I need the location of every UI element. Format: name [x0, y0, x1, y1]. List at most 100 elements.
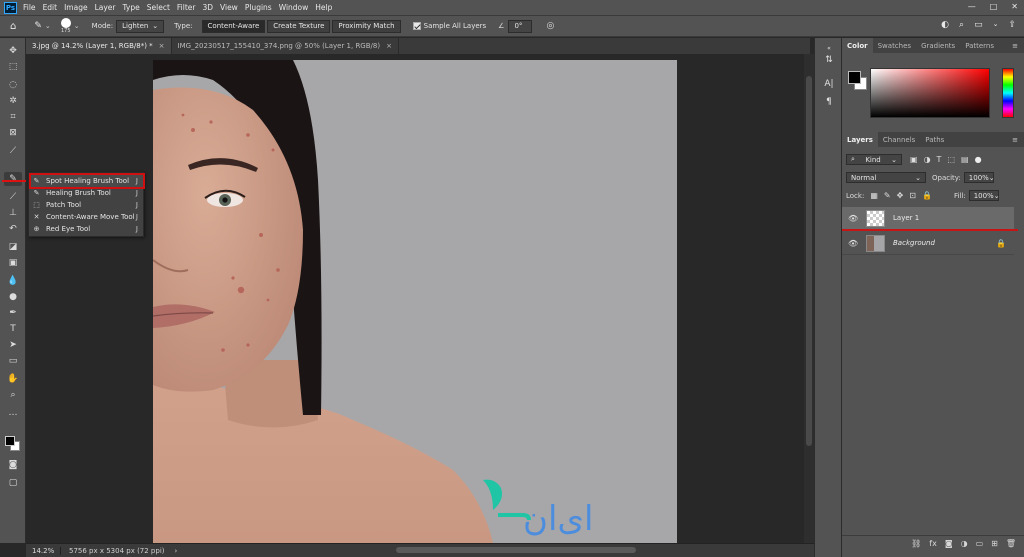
tab-gradients[interactable]: Gradients [916, 38, 960, 53]
menu-help[interactable]: Help [315, 3, 332, 12]
marquee-tool-icon[interactable]: ⬚ [4, 60, 22, 74]
dodge-tool-icon[interactable]: ● [4, 290, 22, 304]
filter-toggle-icon[interactable]: ● [975, 155, 982, 164]
content-aware-move-tool-item[interactable]: ✕ Content-Aware Move Tool J [31, 211, 143, 223]
layer-row-background[interactable]: 👁 Background 🔒 [842, 232, 1014, 255]
gradient-tool-icon[interactable]: ▣ [4, 256, 22, 270]
menu-select[interactable]: Select [147, 3, 170, 12]
menu-filter[interactable]: Filter [177, 3, 196, 12]
adjustment-layer-icon[interactable]: ◑ [961, 539, 968, 548]
menu-edit[interactable]: Edit [43, 3, 58, 12]
collapse-panels-icon[interactable]: « [823, 42, 835, 54]
filter-smart-object-icon[interactable]: ▤ [961, 155, 969, 164]
layer-name[interactable]: Layer 1 [893, 214, 919, 222]
chevron-down-icon[interactable]: ⌄ [45, 22, 51, 30]
kind-filter-select[interactable]: ⌕ Kind ⌄ [846, 154, 902, 165]
learn-icon[interactable]: ◐ [941, 20, 949, 30]
menu-3d[interactable]: 3D [202, 3, 213, 12]
status-menu-arrow[interactable]: › [175, 547, 178, 555]
menu-window[interactable]: Window [279, 3, 309, 12]
brush-tool-icon[interactable]: ⟋ [4, 190, 22, 204]
type-content-aware-button[interactable]: Content-Aware [201, 19, 266, 33]
delete-layer-icon[interactable]: 🗑 [1006, 539, 1016, 548]
spot-healing-brush-tool-item[interactable]: ✎ Spot Healing Brush Tool J [29, 173, 145, 189]
angle-input[interactable]: 0° [508, 19, 533, 33]
foreground-color-swatch[interactable] [5, 436, 15, 446]
fill-input[interactable]: 100% ⌄ [968, 190, 1000, 201]
scrollbar-thumb[interactable] [806, 76, 812, 446]
menu-view[interactable]: View [220, 3, 238, 12]
type-tool-icon[interactable]: T [4, 322, 22, 336]
healing-brush-tool-item[interactable]: ✎ Healing Brush Tool J [31, 187, 143, 199]
more-tools-icon[interactable]: … [4, 406, 22, 420]
frame-tool-icon[interactable]: ⊠ [4, 126, 22, 140]
workspace-icon[interactable]: ▭ [974, 20, 983, 30]
zoom-tool-icon[interactable]: ⌕ [4, 388, 22, 402]
clone-stamp-tool-icon[interactable]: ⊥ [4, 206, 22, 220]
screen-mode-icon[interactable]: ▢ [4, 476, 22, 490]
layer-name[interactable]: Background [893, 239, 935, 247]
history-icon[interactable]: ⇅ [823, 54, 835, 66]
home-icon[interactable]: ⌂ [10, 21, 16, 32]
scrollbar-thumb[interactable] [396, 547, 636, 553]
magic-wand-tool-icon[interactable]: ✲ [4, 94, 22, 108]
hue-slider[interactable] [1002, 68, 1014, 118]
layer-row-layer-1[interactable]: 👁 Layer 1 [842, 207, 1014, 230]
zoom-level[interactable]: 14.2% [26, 546, 61, 555]
sample-all-layers-checkbox[interactable] [412, 22, 421, 30]
rectangle-tool-icon[interactable]: ▭ [4, 354, 22, 368]
lock-position-icon[interactable]: ✥ [897, 191, 904, 200]
horizontal-scrollbar[interactable] [366, 547, 806, 554]
menu-file[interactable]: File [23, 3, 36, 12]
visibility-eye-icon[interactable]: 👁 [848, 214, 862, 223]
filter-pixel-icon[interactable]: ▣ [910, 155, 918, 164]
visibility-eye-icon[interactable]: 👁 [848, 239, 862, 248]
quick-mask-icon[interactable]: ◙ [4, 458, 22, 472]
panel-menu-icon[interactable]: ≡ [1012, 42, 1018, 50]
spot-healing-tool-preset-icon[interactable]: ✎ [34, 21, 42, 31]
panel-menu-icon[interactable]: ≡ [1012, 136, 1018, 144]
maximize-icon[interactable]: □ [990, 2, 998, 11]
pen-tool-icon[interactable]: ✒ [4, 306, 22, 320]
eraser-tool-icon[interactable]: ◪ [4, 240, 22, 254]
lock-pixels-icon[interactable]: ✎ [884, 191, 891, 200]
chevron-down-icon[interactable]: ⌄ [74, 22, 80, 30]
chevron-down-icon[interactable]: ⌄ [993, 20, 999, 30]
menu-layer[interactable]: Layer [95, 3, 116, 12]
hand-tool-icon[interactable]: ✋ [4, 372, 22, 386]
opacity-input[interactable]: 100% ⌄ [963, 172, 995, 183]
photoshop-logo[interactable]: Ps [4, 1, 17, 14]
document-image[interactable]: ای‌ان [153, 60, 677, 543]
close-tab-icon[interactable]: × [159, 42, 165, 50]
menu-plugins[interactable]: Plugins [245, 3, 272, 12]
brush-size-picker[interactable]: 175 [60, 18, 71, 34]
paragraph-icon[interactable]: ¶ [823, 96, 835, 108]
history-brush-tool-icon[interactable]: ↶ [4, 222, 22, 236]
move-tool-icon[interactable]: ✥ [4, 44, 22, 58]
minimize-icon[interactable]: — [968, 2, 976, 11]
eyedropper-tool-icon[interactable]: ⟋ [4, 144, 22, 158]
filter-shape-icon[interactable]: ⬚ [947, 155, 955, 164]
close-tab-icon[interactable]: × [386, 42, 392, 50]
tab-channels[interactable]: Channels [878, 132, 920, 147]
layer-mask-icon[interactable]: ◙ [945, 539, 953, 548]
tab-paths[interactable]: Paths [920, 132, 949, 147]
lock-all-icon[interactable]: 🔒 [922, 191, 932, 200]
lock-artboard-icon[interactable]: ⊡ [909, 191, 916, 200]
vertical-scrollbar[interactable] [804, 54, 814, 543]
fx-icon[interactable]: fx [929, 539, 937, 548]
search-icon[interactable]: ⌕ [959, 20, 964, 30]
tab-layers[interactable]: Layers [842, 132, 878, 147]
character-icon[interactable]: A| [823, 78, 835, 90]
lock-transparent-icon[interactable]: ▦ [870, 191, 878, 200]
filter-type-icon[interactable]: T [937, 155, 942, 164]
document-tab[interactable]: IMG_20230517_155410_374.png @ 50% (Layer… [171, 38, 399, 54]
color-picker-field[interactable] [870, 68, 990, 118]
filter-adjustment-icon[interactable]: ◑ [924, 155, 931, 164]
document-tab-active[interactable]: 3.jpg @ 14.2% (Layer 1, RGB/8*) * × [26, 38, 172, 54]
link-layers-icon[interactable]: ⛓ [911, 539, 921, 548]
mode-select[interactable]: Lighten ⌄ [116, 19, 165, 33]
patch-tool-item[interactable]: ⬚ Patch Tool J [31, 199, 143, 211]
share-icon[interactable]: ⇪ [1008, 20, 1016, 30]
type-proximity-match-button[interactable]: Proximity Match [332, 19, 401, 33]
